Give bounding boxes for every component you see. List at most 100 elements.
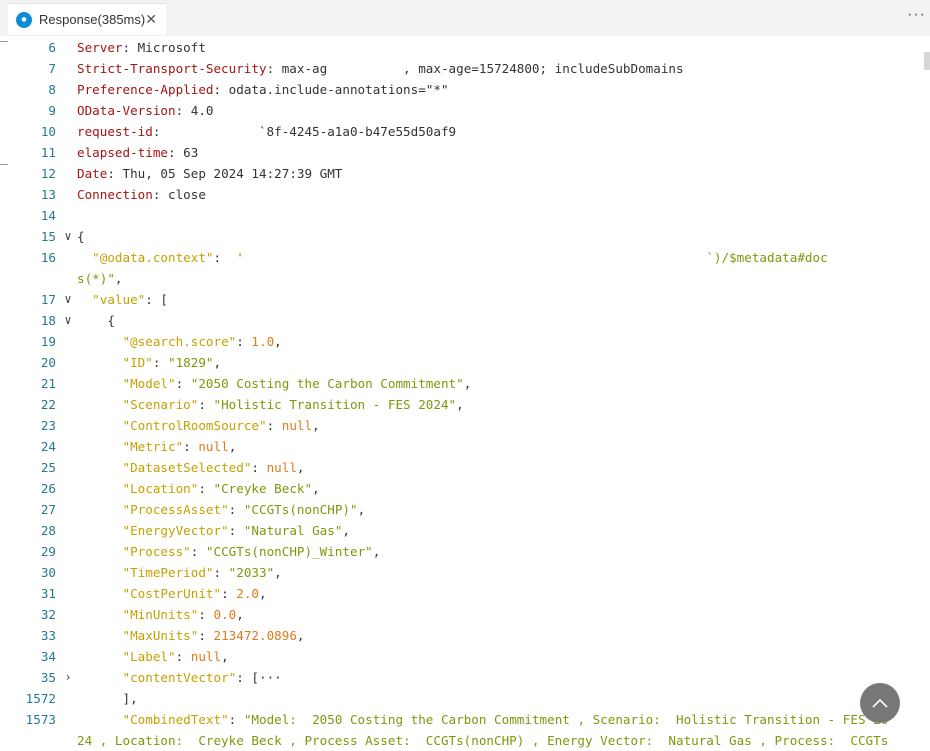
json-string: "CCGTs(nonCHP)" bbox=[243, 502, 358, 517]
header-key: elapsed-time bbox=[77, 145, 168, 160]
response-icon: ● bbox=[16, 11, 32, 28]
json-key: "value" bbox=[92, 292, 146, 307]
code-text: Preference-Applied: odata.include-annota… bbox=[77, 79, 449, 100]
code-text: "Process": "CCGTs(nonCHP)_Winter", bbox=[77, 541, 381, 562]
json-value: 213472.0896 bbox=[213, 628, 297, 643]
json-key: "Process" bbox=[122, 544, 191, 559]
line-number: 12 bbox=[40, 166, 56, 181]
code-text: "ControlRoomSource": null, bbox=[77, 415, 320, 436]
fold-chevron-down-icon[interactable]: ∨ bbox=[61, 310, 75, 331]
json-string: "Model: 2050 Costing the Carbon Commitme… bbox=[243, 712, 889, 727]
header-value: : Thu, 05 Sep 2024 14:27:39 GMT bbox=[107, 166, 343, 181]
line-number: 24 bbox=[40, 439, 56, 454]
json-key: "ID" bbox=[122, 355, 153, 370]
json-string: "CCGTs(nonCHP)_Winter" bbox=[205, 544, 373, 559]
tab-title: Response(385ms) bbox=[39, 12, 146, 27]
json-colon: : bbox=[221, 586, 237, 601]
json-colon: : bbox=[198, 397, 214, 412]
header-value: : max-ag , max-age=15724800; includeSubD… bbox=[266, 61, 684, 76]
json-colon: : bbox=[236, 334, 252, 349]
line-number: 30 bbox=[40, 565, 56, 580]
fold-chevron-down-icon[interactable]: ∨ bbox=[61, 289, 75, 310]
code-text: "@odata.context": ' `)/$metadata#doc bbox=[77, 247, 827, 268]
header-value: : odata.include-annotations="*" bbox=[213, 82, 449, 97]
code-text: "MaxUnits": 213472.0896, bbox=[77, 625, 305, 646]
json-punct: , bbox=[259, 586, 267, 601]
line-number: 18 bbox=[40, 313, 56, 328]
header-value: : `8f-4245-a1a0-b47e55d50af9 bbox=[152, 124, 457, 139]
code-text: { bbox=[77, 310, 115, 331]
line-number: 8 bbox=[48, 82, 56, 97]
header-key: request-id bbox=[77, 124, 153, 139]
json-colon: : bbox=[175, 376, 191, 391]
line-number: 33 bbox=[40, 628, 56, 643]
code-text: "Metric": null, bbox=[77, 436, 237, 457]
code-text: Date: Thu, 05 Sep 2024 14:27:39 GMT bbox=[77, 163, 342, 184]
fold-chevron-right-icon[interactable]: › bbox=[61, 667, 75, 688]
json-key: "contentVector" bbox=[122, 670, 237, 685]
line-number: 19 bbox=[40, 334, 56, 349]
json-key: "Metric" bbox=[122, 439, 184, 454]
json-colon: : bbox=[175, 649, 191, 664]
json-value: 1.0 bbox=[251, 334, 275, 349]
line-number: 31 bbox=[40, 586, 56, 601]
code-text: "Label": null, bbox=[77, 646, 229, 667]
line-number: 34 bbox=[40, 649, 56, 664]
scrollbar-thumb[interactable] bbox=[924, 52, 930, 70]
header-key: Connection bbox=[77, 187, 153, 202]
code-text: "CostPerUnit": 2.0, bbox=[77, 583, 267, 604]
scroll-to-top-button[interactable] bbox=[860, 683, 900, 723]
json-colon: : bbox=[198, 607, 214, 622]
json-punct: , bbox=[463, 376, 472, 391]
line-number: 26 bbox=[40, 481, 56, 496]
response-editor[interactable]: 6 Server: Microsoft 7 Strict-Transport-Secu… bbox=[0, 36, 930, 748]
side-marker bbox=[0, 164, 8, 165]
code-text: { bbox=[77, 226, 85, 247]
more-actions-icon[interactable]: ··· bbox=[907, 6, 926, 24]
close-icon[interactable]: ✕ bbox=[145, 11, 157, 28]
json-key: "Label" bbox=[122, 649, 176, 664]
header-value: : Microsoft bbox=[122, 40, 206, 55]
chevron-up-icon bbox=[872, 698, 888, 708]
code-text: OData-Version: 4.0 bbox=[77, 100, 214, 121]
json-value: 0.0 bbox=[213, 607, 237, 622]
json-colon: : bbox=[152, 355, 169, 370]
tab-response[interactable]: ● Response(385ms) ✕ bbox=[8, 3, 166, 35]
line-number: 21 bbox=[40, 376, 56, 391]
line-number: 7 bbox=[48, 61, 56, 76]
json-punct: , bbox=[228, 439, 237, 454]
json-colon: : bbox=[228, 523, 244, 538]
code-text: "MinUnits": 0.0, bbox=[77, 604, 244, 625]
json-string: "2050 Costing the Carbon Commitment" bbox=[190, 376, 464, 391]
json-key: "@search.score" bbox=[122, 334, 237, 349]
json-punct: ], bbox=[122, 691, 138, 706]
header-key: OData-Version bbox=[77, 103, 176, 118]
line-number: 35 bbox=[40, 670, 56, 685]
line-number: 28 bbox=[40, 523, 56, 538]
json-value: null bbox=[190, 649, 222, 664]
json-punct: , bbox=[221, 649, 229, 664]
json-value: 2.0 bbox=[236, 586, 259, 601]
json-key: "Model" bbox=[122, 376, 176, 391]
fold-chevron-down-icon[interactable]: ∨ bbox=[61, 226, 75, 247]
json-value: null bbox=[266, 460, 297, 475]
side-marker bbox=[0, 41, 8, 42]
line-number: 6 bbox=[48, 40, 56, 55]
json-string: 24 , Location: Creyke Beck , Process Ass… bbox=[77, 733, 889, 748]
json-colon: : bbox=[251, 460, 267, 475]
json-key: "Scenario" bbox=[122, 397, 199, 412]
json-punct: , bbox=[342, 523, 350, 538]
code-text: "ProcessAsset": "CCGTs(nonCHP)", bbox=[77, 499, 366, 520]
json-key: "DatasetSelected" bbox=[122, 460, 252, 475]
json-key: "@odata.context" bbox=[92, 250, 214, 265]
code-text: "CombinedText": "Model: 2050 Costing the… bbox=[77, 709, 889, 730]
json-colon: : bbox=[213, 250, 237, 265]
json-key: "MaxUnits" bbox=[122, 628, 199, 643]
vertical-scrollbar[interactable] bbox=[924, 36, 930, 746]
header-value: : 4.0 bbox=[175, 103, 214, 118]
code-text: "value": [ bbox=[77, 289, 168, 310]
json-string: "Natural Gas" bbox=[243, 523, 343, 538]
json-string: "Creyke Beck" bbox=[213, 481, 313, 496]
code-text: request-id: `8f-4245-a1a0-b47e55d50af9 bbox=[77, 121, 456, 142]
header-key: Date bbox=[77, 166, 108, 181]
